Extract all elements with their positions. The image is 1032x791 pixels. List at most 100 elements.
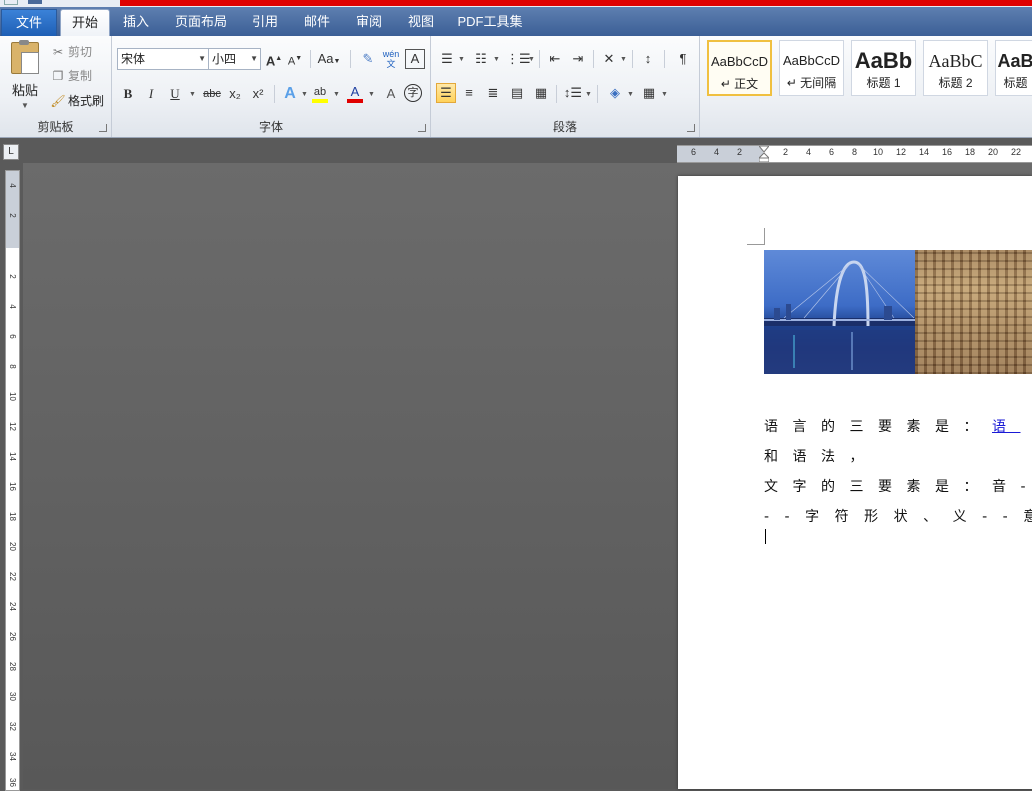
shading-button[interactable]: ◈ bbox=[605, 83, 625, 103]
separator bbox=[597, 85, 598, 103]
tab-pdf-tools[interactable]: PDF工具集 bbox=[454, 9, 526, 36]
style-no-spacing[interactable]: AaBbCcD ↵ 无间隔 bbox=[779, 40, 844, 96]
font-color-button[interactable]: A bbox=[345, 82, 365, 103]
font-launcher-icon[interactable]: . bbox=[418, 124, 426, 132]
underline-dropdown-icon[interactable]: ▼ bbox=[189, 91, 196, 98]
align-center-button[interactable]: ≡ bbox=[459, 83, 479, 103]
tab-home[interactable]: 开始 bbox=[60, 9, 110, 38]
subscript-button[interactable]: x₂ bbox=[225, 84, 245, 104]
tab-references[interactable]: 引用 bbox=[246, 9, 284, 36]
tab-insert[interactable]: 插入 bbox=[116, 9, 156, 36]
ruler-tick: 22 bbox=[8, 572, 17, 581]
decrease-indent-button[interactable]: ⇤ bbox=[545, 49, 565, 69]
document-text-line: 语言的三要素是：语 bbox=[764, 416, 1021, 436]
paste-dropdown-icon[interactable]: ▼ bbox=[6, 101, 44, 110]
font-color-icon: A bbox=[350, 84, 360, 99]
ruler-tick: 18 bbox=[965, 147, 976, 157]
font-size-dropdown-icon: ▼ bbox=[250, 54, 258, 63]
bold-button[interactable]: B bbox=[118, 84, 138, 104]
ruler-tick: 14 bbox=[919, 147, 930, 157]
phonetic-guide-button[interactable]: wén 文 bbox=[381, 49, 401, 69]
increase-indent-button[interactable]: ⇥ bbox=[568, 49, 588, 69]
tab-view[interactable]: 视图 bbox=[402, 9, 440, 36]
ruler-tick: 34 bbox=[8, 752, 17, 761]
enclose-char-button[interactable]: 字 bbox=[404, 84, 422, 102]
paragraph-launcher-icon[interactable]: . bbox=[687, 124, 695, 132]
shrink-font-button[interactable]: A▼ bbox=[285, 49, 305, 69]
line-spacing-dropdown-icon[interactable]: ▼ bbox=[585, 91, 592, 98]
pilcrow-icon: ¶ bbox=[679, 51, 687, 66]
ruler-tick: 16 bbox=[942, 147, 953, 157]
grow-font-button[interactable]: A▲ bbox=[264, 49, 284, 69]
shading-dropdown-icon[interactable]: ▼ bbox=[627, 91, 634, 98]
align-right-button[interactable]: ≣ bbox=[483, 83, 503, 103]
show-marks-button[interactable]: ¶ bbox=[673, 49, 693, 69]
style-normal[interactable]: AaBbCcD ↵ 正文 bbox=[707, 40, 772, 96]
highlight-button[interactable]: ab bbox=[310, 82, 330, 103]
superscript-icon: x² bbox=[252, 86, 264, 101]
ruler-tick: 20 bbox=[8, 542, 17, 551]
tab-page-layout[interactable]: 页面布局 bbox=[170, 9, 232, 36]
ribbon-tab-bar: 文件 开始 插入 页面布局 引用 邮件 审阅 视图 PDF工具集 bbox=[0, 7, 1032, 38]
style-heading-1[interactable]: AaBb 标题 1 bbox=[851, 40, 916, 96]
italic-button[interactable]: I bbox=[141, 84, 161, 104]
line-spacing-icon: ↕☰ bbox=[563, 85, 583, 100]
bullets-button[interactable]: ☰ bbox=[437, 49, 457, 69]
text-effect-button[interactable]: A bbox=[280, 84, 300, 104]
hyperlink[interactable]: 语 bbox=[992, 419, 1021, 435]
change-case-button[interactable]: Aa▼ bbox=[316, 49, 342, 69]
style-heading-2[interactable]: AaBbC 标题 2 bbox=[923, 40, 988, 96]
paste-button[interactable]: 粘贴 ▼ bbox=[6, 40, 44, 110]
superscript-button[interactable]: x² bbox=[248, 84, 268, 104]
ruler-tick: 24 bbox=[8, 602, 17, 611]
align-left-button[interactable]: ☰ bbox=[436, 83, 456, 103]
font-name-combo[interactable]: 宋体 ▼ bbox=[117, 48, 209, 70]
underline-button[interactable]: U bbox=[165, 84, 185, 104]
copy-button[interactable]: ❐ 复制 bbox=[50, 66, 92, 86]
format-painter-button[interactable]: 🖌 格式刷 bbox=[50, 91, 104, 111]
chinese-layout-dropdown-icon[interactable]: ▼ bbox=[620, 56, 627, 63]
text-cursor bbox=[765, 529, 766, 544]
bridge-photo[interactable] bbox=[764, 250, 915, 374]
underline-icon: U bbox=[170, 86, 180, 101]
style-name: 标题 1 bbox=[866, 76, 901, 90]
chinese-layout-button[interactable]: ✕ bbox=[599, 49, 619, 69]
highlight-dropdown-icon[interactable]: ▼ bbox=[333, 91, 340, 98]
font-size-combo[interactable]: 小四 ▼ bbox=[208, 48, 261, 70]
text-effect-dropdown-icon[interactable]: ▼ bbox=[301, 91, 308, 98]
tab-mailings[interactable]: 邮件 bbox=[298, 9, 336, 36]
justify-button[interactable]: ▤ bbox=[507, 83, 527, 103]
bullets-dropdown-icon[interactable]: ▼ bbox=[458, 56, 465, 63]
horizontal-ruler[interactable]: 6 4 2 2 4 6 8 10 12 14 16 18 20 22 bbox=[677, 145, 1032, 163]
clear-format-button[interactable]: ✎ bbox=[358, 49, 378, 69]
numbering-button[interactable]: ☷ bbox=[471, 49, 491, 69]
vertical-ruler[interactable]: 4 2 2 4 6 8 10 12 14 16 18 20 22 24 26 2… bbox=[5, 170, 20, 791]
font-color-dropdown-icon[interactable]: ▼ bbox=[368, 91, 375, 98]
ruler-tick: 10 bbox=[8, 392, 17, 401]
quick-access-save-icon[interactable] bbox=[4, 0, 18, 5]
indent-marker-icon[interactable] bbox=[757, 146, 771, 162]
cut-button[interactable]: ✂ 剪切 bbox=[50, 42, 92, 62]
clipboard-launcher-icon[interactable]: . bbox=[99, 124, 107, 132]
text-run: 语言的三要素是： bbox=[764, 419, 992, 435]
strikethrough-button[interactable]: abc bbox=[200, 84, 224, 104]
town-photo[interactable] bbox=[915, 250, 1032, 374]
style-sample: AaBbCcD bbox=[710, 54, 769, 69]
char-shading-button[interactable]: A bbox=[381, 84, 401, 104]
distributed-button[interactable]: ▦ bbox=[531, 83, 551, 103]
style-title[interactable]: AaB 标题 bbox=[995, 40, 1032, 96]
tab-selector-icon[interactable]: L bbox=[3, 144, 19, 160]
multilevel-dropdown-icon[interactable]: ▼ bbox=[528, 56, 535, 63]
style-sample: AaB bbox=[997, 51, 1032, 71]
borders-button[interactable]: ▦ bbox=[639, 83, 659, 103]
tab-review[interactable]: 审阅 bbox=[350, 9, 388, 36]
borders-dropdown-icon[interactable]: ▼ bbox=[661, 91, 668, 98]
tab-file[interactable]: 文件 bbox=[1, 9, 57, 36]
multilevel-list-button[interactable]: ⋮☰ bbox=[506, 49, 531, 69]
numbering-dropdown-icon[interactable]: ▼ bbox=[493, 56, 500, 63]
char-border-button[interactable]: A bbox=[405, 49, 425, 69]
quick-access-undo-icon[interactable] bbox=[28, 0, 42, 4]
decrease-indent-icon: ⇤ bbox=[549, 51, 561, 66]
sort-button[interactable]: ↕ bbox=[638, 49, 658, 69]
line-spacing-button[interactable]: ↕☰ bbox=[563, 83, 583, 103]
